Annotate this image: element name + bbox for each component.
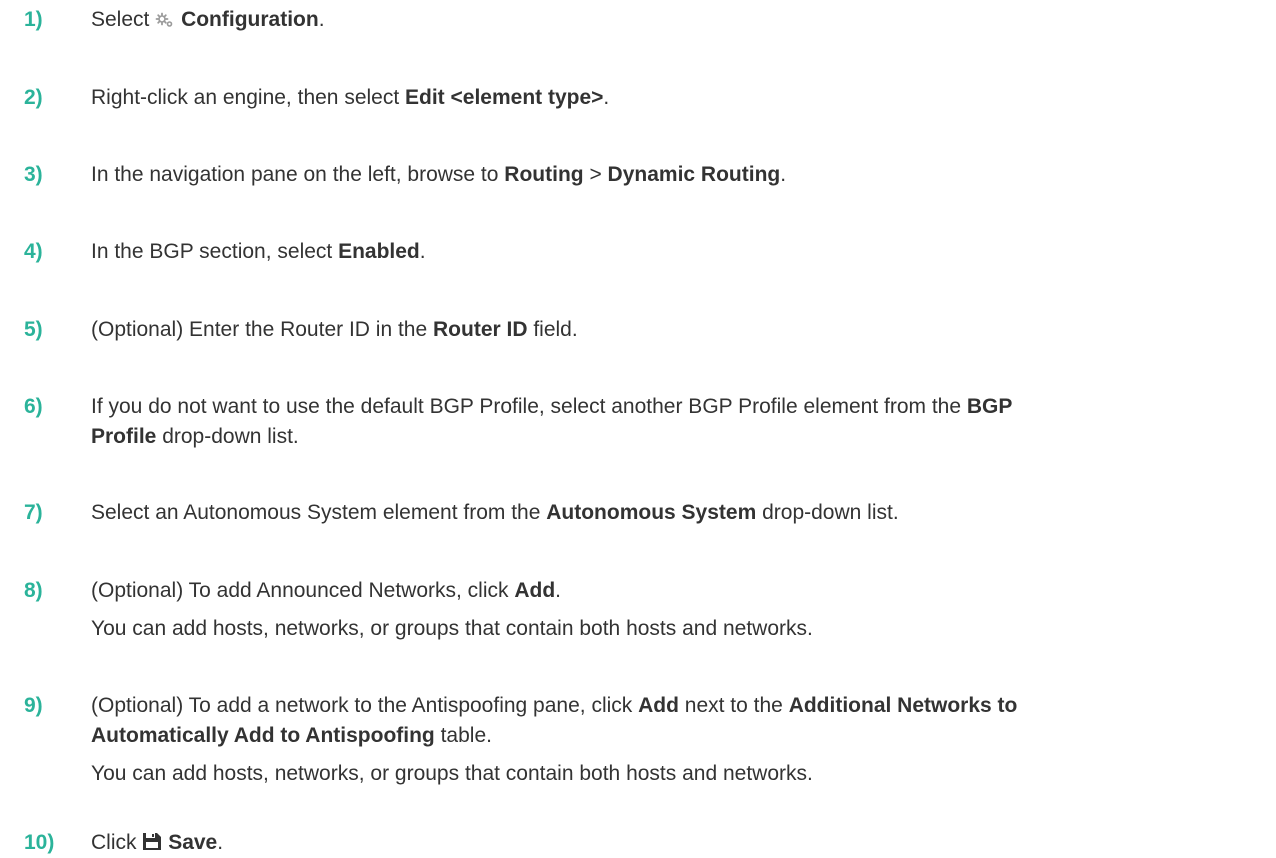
step-text-part: Right-click an engine, then select	[91, 86, 406, 109]
step-number: 4)	[24, 240, 43, 263]
step-text-part: next to the	[678, 694, 789, 717]
step-number: 7)	[24, 501, 43, 524]
step-text: If you do not want to use the default BG…	[91, 392, 1271, 452]
step-text: Right-click an engine, then select Edit …	[91, 83, 1271, 113]
step-text-part: table.	[434, 724, 492, 747]
step-text-part: If you do not want to use the default BG…	[91, 395, 967, 418]
step-text-part: drop-down list.	[156, 425, 299, 448]
enabled-label: Enabled	[338, 240, 420, 263]
step-text-part: (Optional) To add Announced Networks, cl…	[91, 579, 515, 602]
step-text: Click Save.	[91, 828, 1271, 858]
step-text: (Optional) Enter the Router ID in the Ro…	[91, 315, 1271, 345]
step-text-part: .	[603, 86, 610, 109]
step-text-part: .	[419, 240, 426, 263]
configuration-label: Configuration	[181, 8, 319, 31]
step-number: 6)	[24, 395, 43, 418]
step-text-part: Click	[91, 831, 137, 854]
step-text: Select an Autonomous System element from…	[91, 498, 1271, 528]
router-id-label: Router ID	[433, 318, 528, 341]
step-number: 9)	[24, 694, 43, 717]
add-label: Add	[514, 579, 556, 602]
step-number: 3)	[24, 163, 43, 186]
step-text-part: .	[318, 8, 325, 31]
additional-networks-label: Additional Networks to	[788, 694, 1018, 717]
step-text-part: In the navigation pane on the left, brow…	[91, 163, 505, 186]
step-text: In the navigation pane on the left, brow…	[91, 160, 1271, 190]
step-number: 10)	[24, 831, 55, 854]
step-text-part: drop-down list.	[756, 501, 899, 524]
bgp-profile-label: Profile	[91, 425, 157, 448]
step-text-part: Select an Autonomous System element from…	[91, 501, 547, 524]
step-number: 1)	[24, 8, 43, 31]
save-label: Save	[168, 831, 218, 854]
step-text-part: >	[583, 163, 608, 186]
autonomous-system-label: Autonomous System	[546, 501, 757, 524]
step-text-part: .	[217, 831, 224, 854]
step-text: (Optional) To add a network to the Antis…	[91, 691, 1271, 789]
step-text-part: (Optional) To add a network to the Antis…	[91, 694, 639, 717]
step-number: 8)	[24, 579, 43, 602]
add-label: Add	[638, 694, 679, 717]
save-icon	[142, 832, 162, 851]
step-note: You can add hosts, networks, or groups t…	[91, 762, 813, 785]
step-text-part: (Optional) Enter the Router ID in the	[91, 318, 433, 341]
dynamic-routing-label: Dynamic Routing	[607, 163, 781, 186]
routing-label: Routing	[504, 163, 584, 186]
step-text-part: field.	[527, 318, 578, 341]
step-number: 2)	[24, 86, 43, 109]
step-note: You can add hosts, networks, or groups t…	[91, 617, 813, 640]
edit-element-type-label: Edit <element type>	[405, 86, 604, 109]
bgp-profile-label: BGP	[966, 395, 1013, 418]
step-text-part: In the BGP section, select	[91, 240, 339, 263]
step-text-part: .	[555, 579, 562, 602]
additional-networks-label: Automatically Add to Antispoofing	[91, 724, 435, 747]
step-text-part: Select	[91, 8, 150, 31]
step-text: In the BGP section, select Enabled.	[91, 237, 1271, 267]
step-text-part: .	[780, 163, 787, 186]
step-number: 5)	[24, 318, 43, 341]
step-text: Select Configuration.	[91, 5, 1271, 35]
step-text: (Optional) To add Announced Networks, cl…	[91, 576, 1271, 644]
gears-icon	[155, 12, 175, 28]
